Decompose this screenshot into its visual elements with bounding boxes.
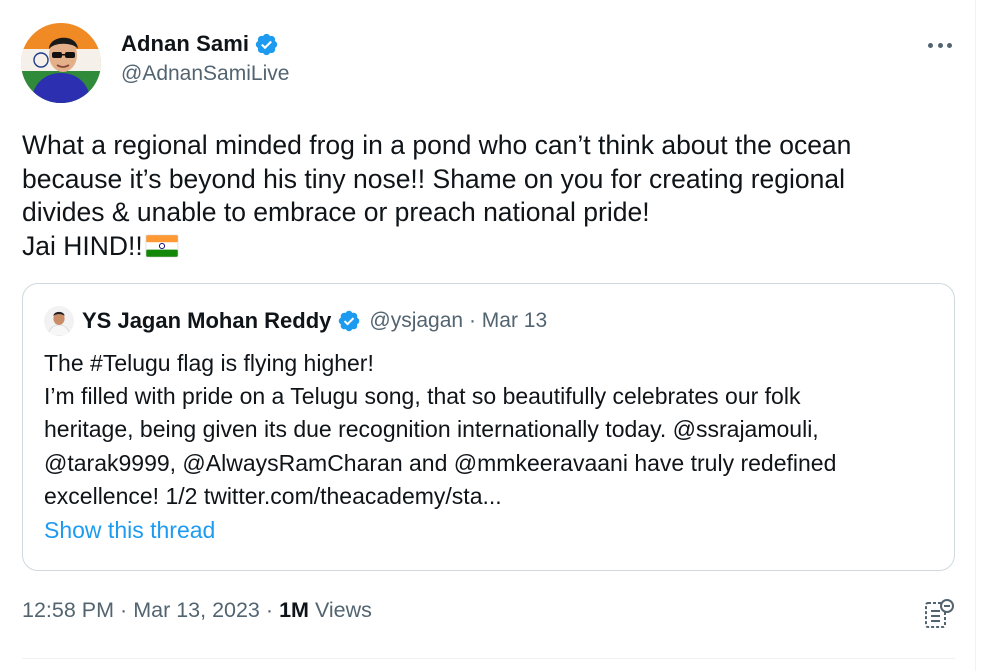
tweet-line: What a regional minded frog in a pond wh… [22,130,852,160]
author-handle[interactable]: @AdnanSamiLive [121,62,289,86]
more-dot [947,42,952,48]
analytics-icon[interactable] [922,598,956,630]
tweet-date[interactable]: Mar 13, 2023 [133,598,260,623]
tweet-time[interactable]: 12:58 PM [22,598,114,623]
quoted-line: excellence! 1/2 twitter.com/theacademy/s… [44,482,502,509]
verified-badge-icon[interactable] [337,309,361,333]
author-name-row: Adnan Sami [121,28,289,60]
quoted-author-name[interactable]: YS Jagan Mohan Reddy [82,308,331,334]
author-name[interactable]: Adnan Sami [121,31,249,57]
india-flag-icon [145,233,179,257]
divider [22,658,955,659]
quoted-tweet[interactable]: YS Jagan Mohan Reddy @ysjagan · Mar 13 T… [22,283,955,571]
quoted-handle[interactable]: @ysjagan [369,309,463,332]
tweet-meta: 12:58 PM · Mar 13, 2023 · 1M Views [22,598,372,623]
views-label: Views [314,598,372,622]
author-avatar[interactable] [21,23,101,103]
quoted-date[interactable]: Mar 13 [482,309,547,332]
meta-separator: · [265,598,274,622]
verified-badge-icon[interactable] [254,32,279,57]
more-dot [928,42,933,48]
more-options-icon[interactable] [924,33,956,57]
quoted-line: heritage, being given its due recognitio… [44,416,819,443]
tweet-line-last: Jai HIND!! [22,230,952,264]
tweet-line: divides & unable to embrace or preach na… [22,197,650,227]
show-thread-link[interactable]: Show this thread [44,517,215,544]
tweet-line: Jai HIND!! [22,230,143,261]
quoted-separator: · [468,309,476,332]
quoted-line: @tarak9999, @AlwaysRamCharan and @mmkeer… [44,449,837,476]
quoted-line: I’m filled with pride on a Telugu song, … [44,383,801,410]
tweet-text: What a regional minded frog in a pond wh… [22,129,952,263]
more-dot [937,42,943,48]
author-info: Adnan Sami @AdnanSamiLive [121,28,289,86]
tweet-line: because it’s beyond his tiny nose!! Sham… [22,163,845,194]
views-count: 1M [279,598,309,622]
quoted-header: YS Jagan Mohan Reddy @ysjagan · Mar 13 [44,305,547,337]
tweet: Adnan Sami @AdnanSamiLive What a regiona… [0,0,986,671]
quoted-text: The #Telugu flag is flying higher! I’m f… [44,347,939,513]
quoted-meta: @ysjagan · Mar 13 [369,309,547,333]
divider [975,0,976,671]
quoted-avatar[interactable] [44,306,74,336]
meta-separator: · [120,598,128,622]
quoted-line: The #Telugu flag is flying higher! [44,350,374,376]
